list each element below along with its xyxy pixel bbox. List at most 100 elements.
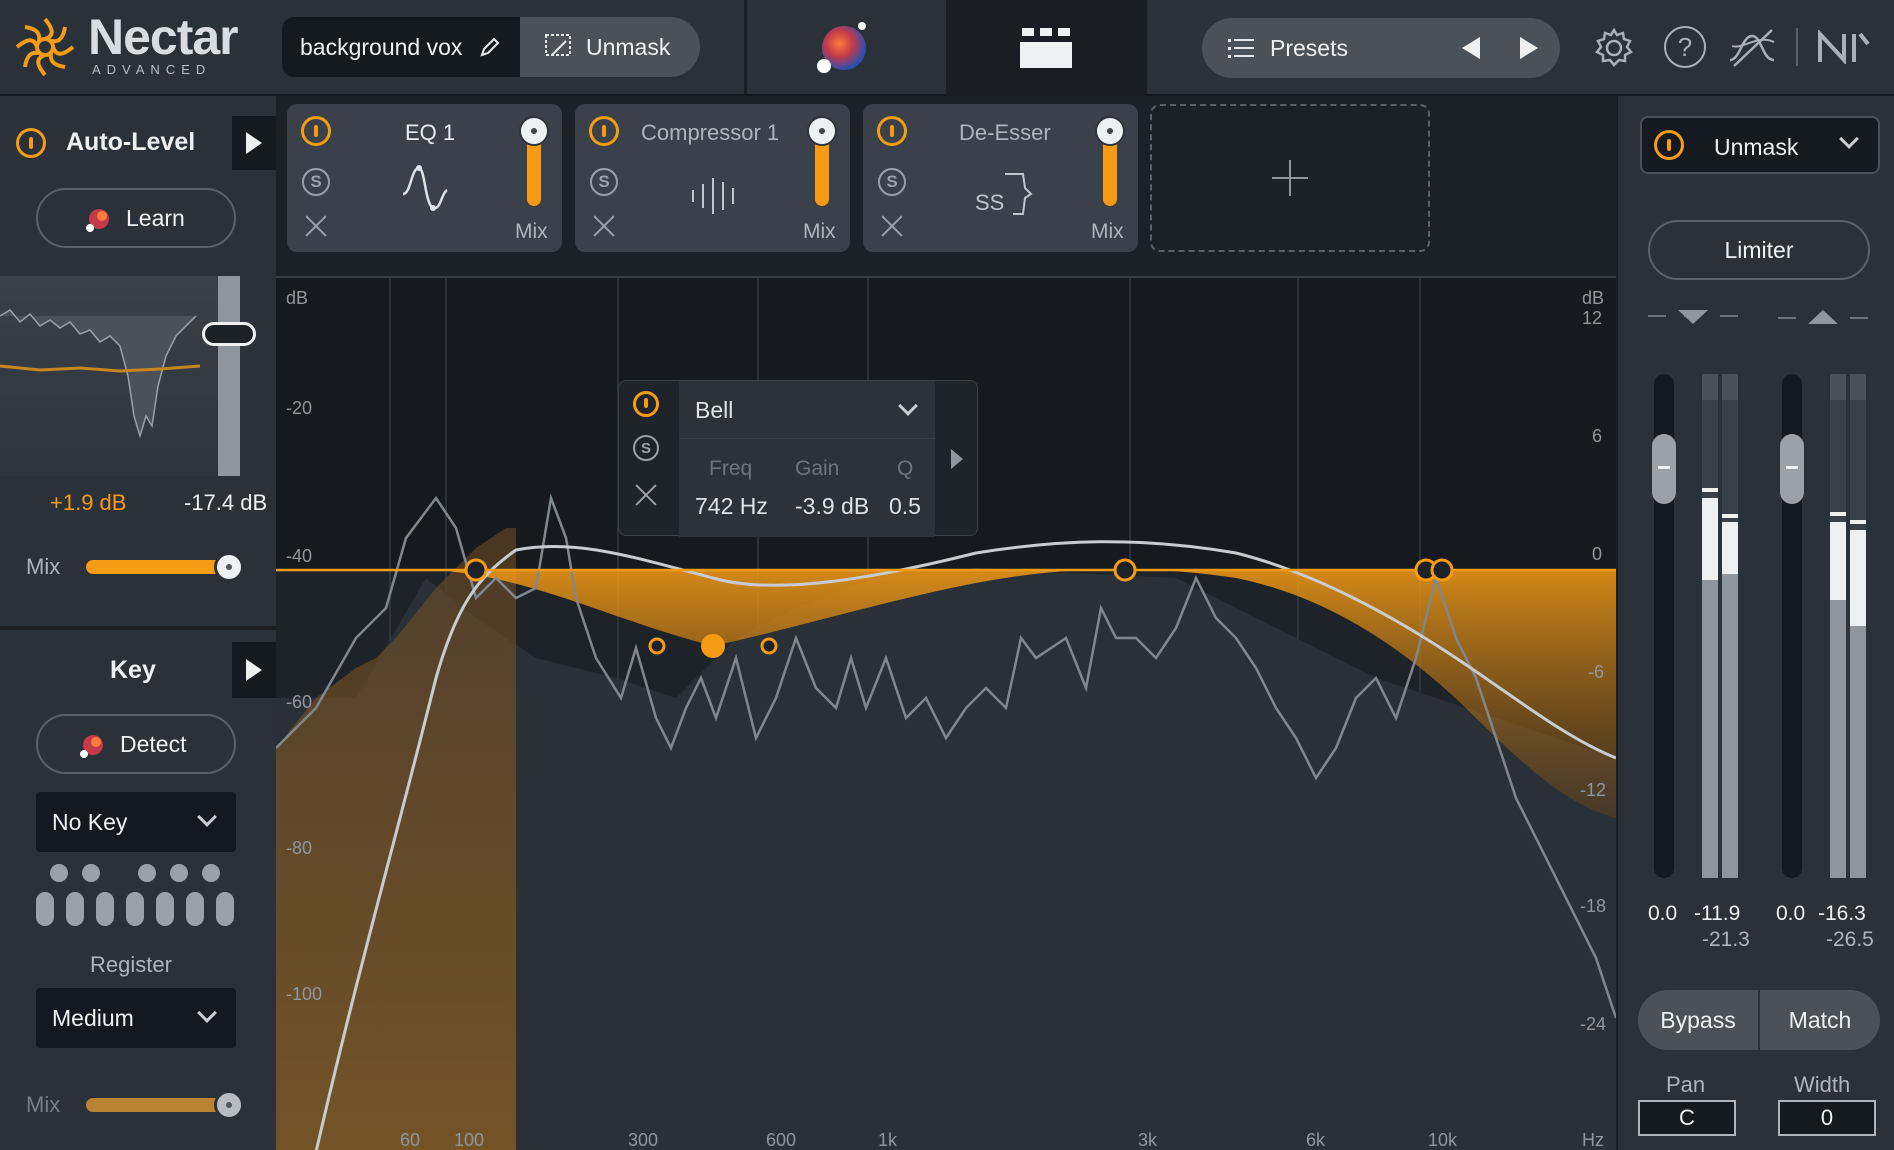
white-key[interactable]	[126, 892, 144, 926]
module-de-esser[interactable]: S De-Esser SS Mix	[863, 104, 1138, 252]
module-solo-icon[interactable]: S	[590, 168, 618, 196]
settings-gear-icon[interactable]	[1592, 26, 1636, 70]
prev-arrow-icon[interactable]	[1458, 35, 1484, 61]
module-power-icon[interactable]	[589, 116, 619, 146]
output-rms-readout: -26.5	[1826, 928, 1874, 951]
module-remove-icon[interactable]	[592, 214, 616, 238]
module-view-tab[interactable]	[946, 0, 1144, 96]
signal-icon[interactable]	[1728, 26, 1778, 70]
key-mix-slider[interactable]	[86, 1090, 244, 1120]
module-title: Compressor 1	[641, 120, 780, 145]
preset-name-field[interactable]: background vox	[282, 17, 522, 77]
q-param-value[interactable]: 0.5	[889, 493, 921, 520]
black-key[interactable]	[50, 864, 68, 882]
module-eq1[interactable]: S EQ 1 Mix	[287, 104, 562, 252]
module-solo-icon[interactable]: S	[302, 168, 330, 196]
mix-fader-knob[interactable]	[519, 116, 549, 146]
right-tick-label: -6	[1588, 662, 1605, 682]
black-key[interactable]	[138, 864, 156, 882]
mix-fader-knob[interactable]	[1095, 116, 1125, 146]
assistant-orb-icon[interactable]	[812, 22, 872, 74]
key-expand-button[interactable]	[232, 642, 276, 698]
band-popup: S Bell Freq Gain Q 742 Hz -3.9 dB 0.5	[618, 380, 978, 537]
black-key[interactable]	[170, 864, 188, 882]
white-key[interactable]	[216, 892, 234, 926]
module-solo-icon[interactable]: S	[878, 168, 906, 196]
limiter-button[interactable]: Limiter	[1648, 220, 1870, 280]
unmask-power-icon[interactable]	[1654, 130, 1684, 160]
right-panel: Unmask Limiter 0.0 -11.9 -21.3 0.0 -16.3…	[1616, 96, 1894, 1150]
add-module-slot[interactable]	[1150, 104, 1430, 252]
module-title: De-Esser	[959, 120, 1051, 145]
auto-level-expand-button[interactable]	[232, 116, 276, 170]
output-meter-left	[1830, 374, 1846, 878]
width-field[interactable]: 0	[1778, 1100, 1876, 1136]
input-gain-fader-handle[interactable]	[1652, 434, 1676, 504]
output-gain-fader-handle[interactable]	[1780, 434, 1804, 504]
compressor-icon	[689, 176, 745, 216]
left-tick-label: -60	[286, 692, 313, 712]
help-icon[interactable]: ?	[1664, 26, 1706, 68]
unmask-select[interactable]: Unmask	[1640, 116, 1880, 174]
right-tick-label: -24	[1580, 1014, 1607, 1034]
register-select-value: Medium	[52, 1005, 134, 1031]
key-title: Key	[110, 656, 156, 684]
register-select[interactable]: Medium	[36, 988, 236, 1048]
left-tick-label: -80	[286, 838, 313, 858]
band-solo-icon[interactable]: S	[633, 435, 659, 461]
module-power-icon[interactable]	[877, 116, 907, 146]
logo-title: Nectar	[88, 9, 239, 65]
auto-level-mix-slider[interactable]	[86, 552, 244, 582]
unmask-header-button[interactable]: Unmask	[520, 17, 700, 77]
detect-button[interactable]: Detect	[36, 714, 236, 774]
freq-tick-label: 300	[628, 1130, 659, 1150]
gain-param-value[interactable]: -3.9 dB	[795, 493, 869, 520]
learn-button[interactable]: Learn	[36, 188, 236, 248]
key-mix-knob[interactable]	[214, 1090, 244, 1120]
auto-level-fader-handle[interactable]	[202, 322, 256, 346]
chevron-down-icon	[898, 396, 918, 416]
band-remove-icon[interactable]	[634, 483, 658, 507]
freq-tick-label: 60	[400, 1130, 421, 1150]
black-key[interactable]	[202, 864, 220, 882]
preset-name-text: background vox	[300, 34, 463, 60]
white-key[interactable]	[36, 892, 54, 926]
auto-level-power-icon[interactable]	[16, 128, 46, 158]
white-key[interactable]	[186, 892, 204, 926]
white-key[interactable]	[96, 892, 114, 926]
next-arrow-icon[interactable]	[1516, 35, 1542, 61]
ni-logo-icon[interactable]	[1818, 28, 1870, 66]
white-key[interactable]	[66, 892, 84, 926]
freq-tick-label: 3k	[1138, 1130, 1158, 1150]
pencil-icon[interactable]	[478, 35, 502, 59]
module-remove-icon[interactable]	[880, 214, 904, 238]
presets-button[interactable]: Presets	[1270, 35, 1348, 62]
de-esser-icon: SS	[973, 168, 1033, 220]
freq-param-value[interactable]: 742 Hz	[695, 493, 768, 520]
left-tick-label: -40	[286, 546, 313, 566]
white-key[interactable]	[156, 892, 174, 926]
divider	[1796, 28, 1798, 66]
auto-level-mix-knob[interactable]	[214, 552, 244, 582]
module-remove-icon[interactable]	[304, 214, 328, 238]
key-select[interactable]: No Key	[36, 792, 236, 852]
black-key[interactable]	[82, 864, 100, 882]
band-shape-select[interactable]: Bell	[679, 381, 935, 439]
band-power-icon[interactable]	[633, 391, 659, 417]
q-param-label: Q	[897, 457, 914, 480]
match-button[interactable]: Match	[1760, 990, 1880, 1050]
mix-fader-knob[interactable]	[807, 116, 837, 146]
bypass-button[interactable]: Bypass	[1638, 990, 1758, 1050]
plus-icon	[1270, 158, 1310, 198]
right-tick-label: 6	[1592, 426, 1603, 446]
svg-text:SS: SS	[975, 190, 1004, 215]
register-label: Register	[90, 952, 172, 977]
band-expand-button[interactable]	[937, 381, 977, 537]
module-power-icon[interactable]	[301, 116, 331, 146]
auto-level-mix-fill	[86, 560, 232, 574]
module-compressor1[interactable]: S Compressor 1 Mix	[575, 104, 850, 252]
pan-field[interactable]: C	[1638, 1100, 1736, 1136]
key-mix-fill	[86, 1098, 232, 1112]
eq-display[interactable]: dB -20 -40 -60 -80 -100 dB 12 6 0 -6 -12…	[276, 276, 1616, 1150]
key-keyboard[interactable]	[36, 864, 236, 934]
